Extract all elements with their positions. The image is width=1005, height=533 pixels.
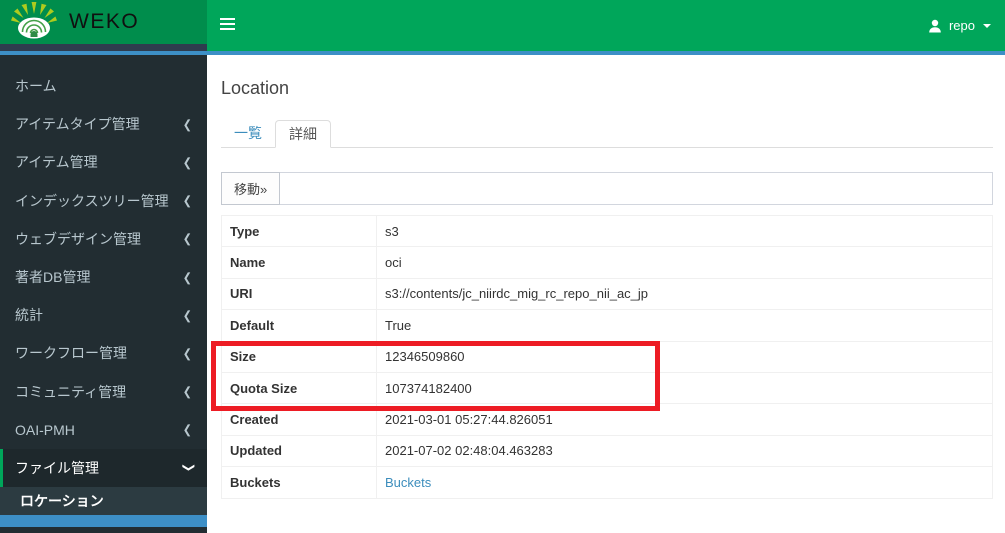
page-title: Location: [221, 78, 290, 98]
chevron-left-icon: ❮: [182, 385, 192, 399]
sidebar-item-statistics[interactable]: 統計 ❮: [0, 296, 207, 334]
main-content: Location 一覧 詳細 移動» Type s3 Name oci URI …: [207, 55, 1005, 533]
tab-detail[interactable]: 詳細: [275, 120, 331, 148]
sidebar-menu: ホーム アイテムタイプ管理 ❮ アイテム管理 ❮ インデックスツリー管理 ❮ ウ…: [0, 55, 207, 528]
row-value: 12346509860: [376, 340, 993, 373]
tab-bar: 一覧 詳細: [221, 120, 993, 148]
sidebar-toggle-icon[interactable]: [220, 18, 235, 32]
buckets-link[interactable]: Buckets: [385, 475, 431, 490]
header-filler: [0, 44, 207, 51]
user-name: repo: [948, 18, 975, 33]
sidebar-item-file-admin[interactable]: ファイル管理 ❮: [0, 448, 207, 488]
move-button[interactable]: 移動»: [221, 172, 281, 205]
row-label: Name: [221, 246, 377, 279]
chevron-left-icon: ❮: [182, 309, 192, 323]
table-row-buckets: Buckets Buckets: [221, 466, 993, 499]
sidebar-item-oai-pmh[interactable]: OAI-PMH ❮: [0, 411, 207, 449]
row-label: Buckets: [221, 466, 377, 499]
table-row-name: Name oci: [221, 246, 993, 279]
table-row-quota-size: Quota Size 107374182400: [221, 371, 993, 405]
sidebar-item-community-admin[interactable]: コミュニティ管理 ❮: [0, 373, 207, 411]
row-value: 107374182400: [376, 371, 993, 405]
sidebar-item-workflow-admin[interactable]: ワークフロー管理 ❮: [0, 334, 207, 372]
row-value: 2021-03-01 05:27:44.826051: [376, 403, 993, 436]
chevron-left-icon: ❮: [182, 232, 192, 246]
row-label: Created: [221, 403, 377, 436]
row-value: True: [376, 309, 993, 342]
sidebar-subitem-active-bar[interactable]: [0, 515, 207, 528]
logo-title: WEKO: [69, 10, 140, 33]
actions-toolbar: 移動»: [221, 172, 993, 205]
row-label: Updated: [221, 434, 377, 468]
sidebar-item-webdesign-admin[interactable]: ウェブデザイン管理 ❮: [0, 220, 207, 258]
row-value: s3: [376, 214, 993, 248]
table-row-uri: URI s3://contents/jc_niirdc_mig_rc_repo_…: [221, 277, 993, 311]
caret-down-icon: [983, 23, 991, 28]
chevron-down-icon: ❮: [181, 463, 195, 473]
row-label: Size: [221, 340, 377, 373]
row-label: Quota Size: [221, 371, 377, 405]
tab-list[interactable]: 一覧: [221, 120, 275, 148]
sidebar-item-item-admin[interactable]: アイテム管理 ❮: [0, 143, 207, 181]
sidebar-item-authordb-admin[interactable]: 著者DB管理 ❮: [0, 258, 207, 296]
sidebar-item-home[interactable]: ホーム: [0, 67, 207, 105]
weko-logo-icon: [9, 0, 59, 46]
chevron-left-icon: ❮: [182, 118, 192, 132]
sidebar: ホーム アイテムタイプ管理 ❮ アイテム管理 ❮ インデックスツリー管理 ❮ ウ…: [0, 55, 207, 533]
table-row-updated: Updated 2021-07-02 02:48:04.463283: [221, 434, 993, 468]
weko-logo[interactable]: WEKO: [0, 0, 207, 44]
table-row-default: Default True: [221, 309, 993, 342]
row-label: URI: [221, 277, 377, 311]
row-value: Buckets: [376, 466, 993, 499]
chevron-left-icon: ❮: [182, 423, 192, 437]
chevron-left-icon: ❮: [182, 270, 192, 285]
detail-table: Type s3 Name oci URI s3://contents/jc_ni…: [221, 214, 993, 499]
chevron-left-icon: ❮: [182, 347, 192, 361]
detail-table-wrap: Type s3 Name oci URI s3://contents/jc_ni…: [211, 214, 993, 499]
chevron-left-icon: ❮: [182, 194, 192, 208]
sidebar-subitem-location[interactable]: ロケーション: [0, 487, 207, 516]
row-value: s3://contents/jc_niirdc_mig_rc_repo_nii_…: [376, 277, 993, 311]
chevron-left-icon: ❮: [182, 156, 192, 170]
sidebar-item-indextree-admin[interactable]: インデックスツリー管理 ❮: [0, 182, 207, 220]
row-label: Type: [221, 214, 377, 248]
row-value: oci: [376, 246, 993, 279]
table-row-type: Type s3: [221, 214, 993, 248]
row-label: Default: [221, 309, 377, 342]
user-icon: [927, 18, 943, 34]
table-row-created: Created 2021-03-01 05:27:44.826051: [221, 403, 993, 436]
table-row-size: Size 12346509860: [221, 340, 993, 373]
sidebar-item-itemtype-admin[interactable]: アイテムタイプ管理 ❮: [0, 105, 207, 143]
user-dropdown[interactable]: repo: [927, 0, 991, 51]
row-value: 2021-07-02 02:48:04.463283: [376, 434, 993, 468]
